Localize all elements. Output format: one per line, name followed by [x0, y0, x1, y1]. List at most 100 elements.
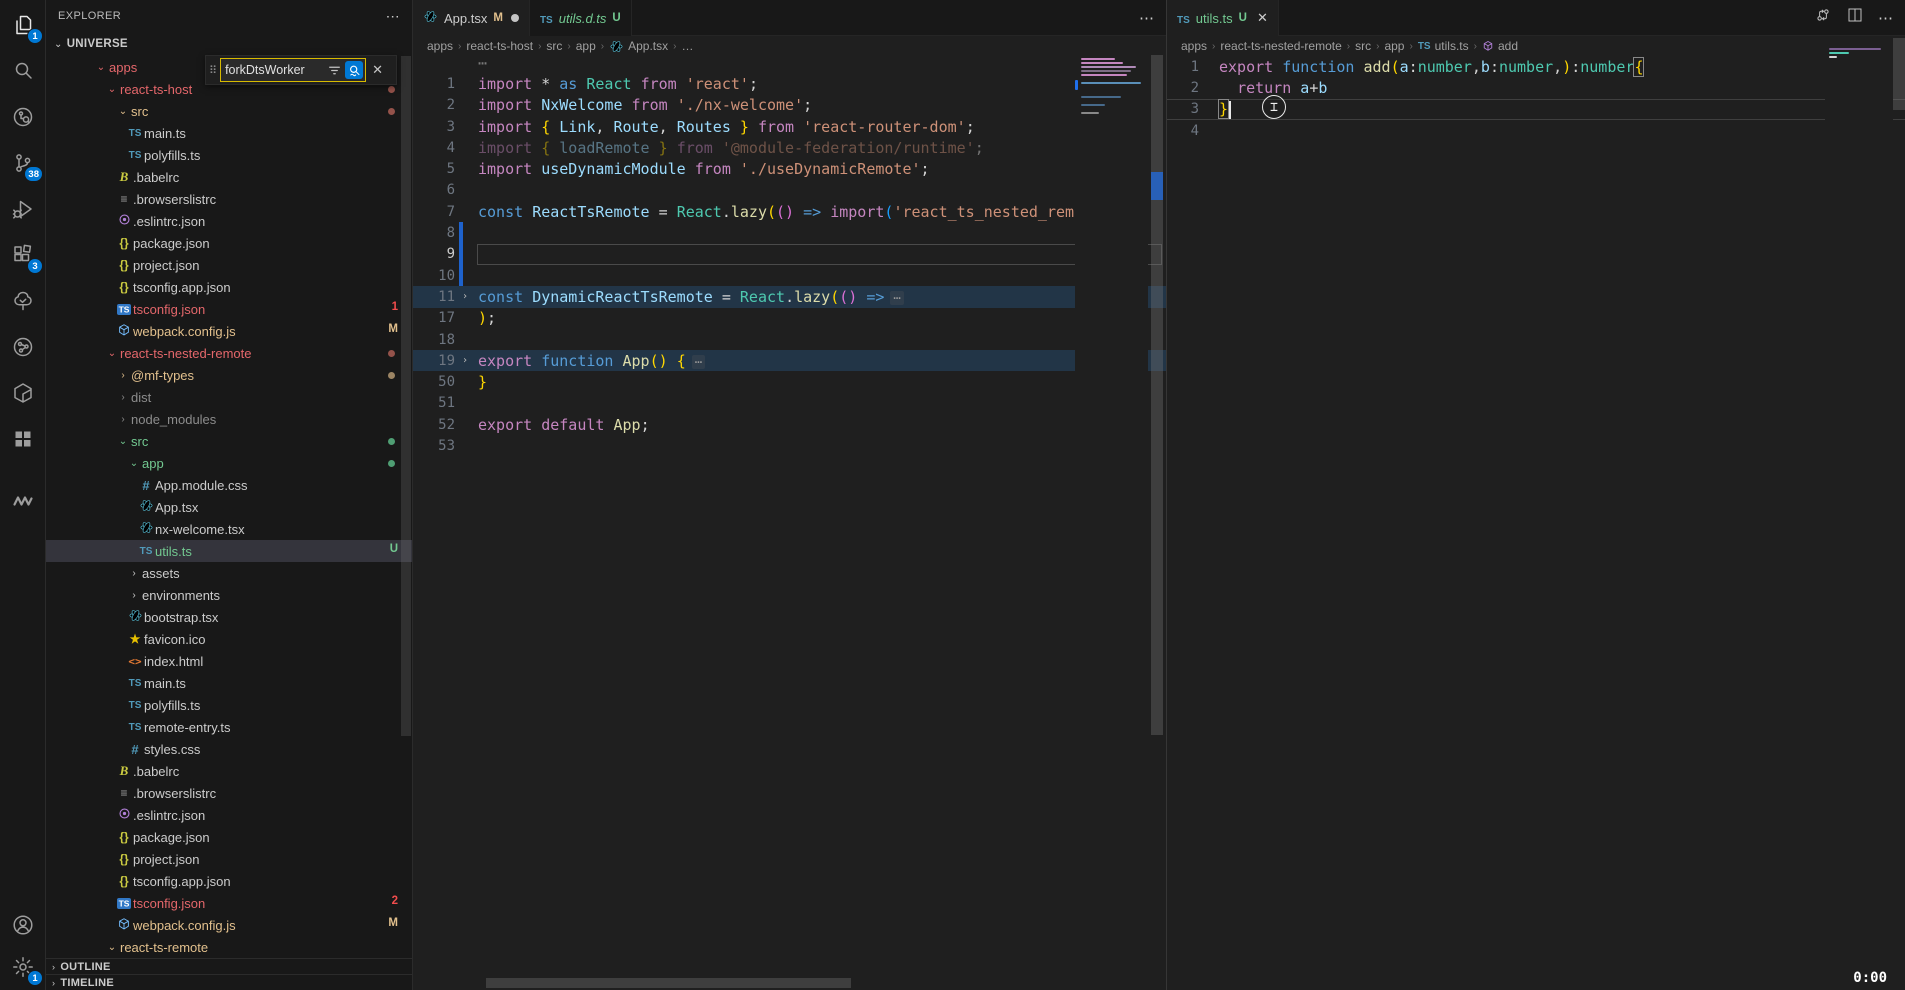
filter-icon[interactable] — [325, 61, 343, 79]
tab-App.tsx[interactable]: App.tsxM — [413, 0, 530, 36]
sidebar-scrollbar[interactable] — [401, 56, 411, 736]
tree-file-main.ts[interactable]: TSmain.ts — [46, 122, 412, 144]
breadcrumb-item-app[interactable]: app — [576, 39, 596, 53]
fold-chevron-icon[interactable]: › — [455, 291, 475, 302]
tree-file-.browserslistrc[interactable]: ≡.browserslistrc — [46, 782, 412, 804]
tree-folder-react-ts-nested-remote[interactable]: ⌄react-ts-nested-remote — [46, 342, 412, 364]
code-line-6[interactable]: 6 — [413, 180, 1166, 201]
code-line-9[interactable]: 9 — [413, 244, 1166, 265]
activitybar-run-debug-icon[interactable] — [0, 186, 46, 232]
breadcrumb-item-react-ts-nested-remote[interactable]: react-ts-nested-remote — [1220, 39, 1341, 53]
tree-file-nx-welcome.tsx[interactable]: nx-welcome.tsx — [46, 518, 412, 540]
tree-file-styles.css[interactable]: #styles.css — [46, 738, 412, 760]
tree-file-tsconfig.app.json[interactable]: {}tsconfig.app.json — [46, 870, 412, 892]
activitybar-explorer-icon[interactable]: 1 — [0, 2, 46, 48]
code-line-50[interactable]: 50} — [413, 371, 1166, 392]
activitybar-remote-graph-icon[interactable] — [0, 94, 46, 140]
tree-folder-dist[interactable]: ›dist — [46, 386, 412, 408]
tree-folder-assets[interactable]: ›assets — [46, 562, 412, 584]
code-line-52[interactable]: 52export default App; — [413, 414, 1166, 435]
code-line-17[interactable]: 17); — [413, 308, 1166, 329]
activitybar-webviews-icon[interactable] — [0, 416, 46, 462]
breadcrumb-item-utils.ts[interactable]: TSutils.ts — [1418, 39, 1469, 53]
horizontal-scrollbar[interactable] — [486, 978, 851, 988]
activitybar-search-icon[interactable] — [0, 48, 46, 94]
dirty-dot-icon[interactable] — [511, 14, 519, 22]
tree-folder-src[interactable]: ⌄src — [46, 100, 412, 122]
workspace-root-row[interactable]: ⌄ UNIVERSE — [46, 32, 412, 56]
tree-file-App.tsx[interactable]: App.tsx — [46, 496, 412, 518]
tree-file-project.json[interactable]: {}project.json — [46, 254, 412, 276]
code-line-3[interactable]: 3import { Link, Route, Routes } from 're… — [413, 116, 1166, 137]
tree-file-index.html[interactable]: <>index.html — [46, 650, 412, 672]
tree-filter-input[interactable] — [221, 63, 325, 77]
tree-file-App.module.css[interactable]: #App.module.css — [46, 474, 412, 496]
tree-folder-src[interactable]: ⌄src — [46, 430, 412, 452]
tree-file-project.json[interactable]: {}project.json — [46, 848, 412, 870]
breadcrumb-item-add[interactable]: add — [1482, 39, 1518, 53]
explorer-more-actions-icon[interactable]: ⋯ — [386, 8, 400, 25]
breadcrumb-item-…[interactable]: … — [682, 39, 694, 53]
tree-folder-app[interactable]: ⌄app — [46, 452, 412, 474]
breadcrumb-item-app[interactable]: app — [1384, 39, 1404, 53]
activitybar-settings-icon[interactable]: 1 — [0, 944, 46, 990]
tree-file-utils.ts[interactable]: TSutils.tsU — [46, 540, 412, 562]
tab-utils.d.ts[interactable]: TSutils.d.tsU — [530, 0, 632, 36]
breadcrumb-item-apps[interactable]: apps — [427, 39, 453, 53]
code-line-1[interactable]: 1import * as React from 'react'; — [413, 73, 1166, 94]
fold-chevron-icon[interactable]: › — [455, 355, 475, 366]
tree-file-remote-entry.ts[interactable]: TSremote-entry.ts — [46, 716, 412, 738]
more-actions-icon[interactable]: ⋯ — [1139, 9, 1154, 27]
tree-file-.babelrc[interactable]: B.babelrc — [46, 166, 412, 188]
breadcrumb-item-src[interactable]: src — [1355, 39, 1371, 53]
tree-file-webpack.config.js[interactable]: webpack.config.jsM — [46, 320, 412, 342]
activitybar-todo-tree-icon[interactable] — [0, 278, 46, 324]
activitybar-nx-console-icon[interactable] — [0, 370, 46, 416]
tree-file-.browserslistrc[interactable]: ≡.browserslistrc — [46, 188, 412, 210]
code-line-18[interactable]: 18 — [413, 329, 1166, 350]
tree-file-.eslintrc.json[interactable]: .eslintrc.json — [46, 804, 412, 826]
code-line-5[interactable]: 5import useDynamicModule from './useDyna… — [413, 158, 1166, 179]
tab-utils.ts[interactable]: TSutils.tsU✕ — [1167, 0, 1279, 36]
breadcrumb-item-src[interactable]: src — [546, 39, 562, 53]
code-line-2[interactable]: 2 return a+b — [1167, 77, 1905, 98]
code-line-4[interactable]: 4 — [1167, 120, 1905, 141]
tree-file-.babelrc[interactable]: B.babelrc — [46, 760, 412, 782]
tree-file-tsconfig.json[interactable]: TStsconfig.json2 — [46, 892, 412, 914]
tree-file-tsconfig.app.json[interactable]: {}tsconfig.app.json — [46, 276, 412, 298]
activitybar-source-control-icon[interactable]: 38 — [0, 140, 46, 186]
tree-file-tsconfig.json[interactable]: TStsconfig.json1 — [46, 298, 412, 320]
code-line-8[interactable]: 8 — [413, 222, 1166, 243]
split-editor-icon[interactable] — [1846, 6, 1864, 29]
code-line-53[interactable]: 53 — [413, 435, 1166, 456]
activitybar-git-graph-icon[interactable] — [0, 324, 46, 370]
activitybar-console-ninja-icon[interactable] — [0, 478, 46, 524]
code-line-7[interactable]: 7const ReactTsRemote = React.lazy(() => … — [413, 201, 1166, 222]
tree-file-package.json[interactable]: {}package.json — [46, 232, 412, 254]
minimap[interactable] — [1075, 52, 1148, 472]
tree-folder-node_modules[interactable]: ›node_modules — [46, 408, 412, 430]
activitybar-extensions-icon[interactable]: 3 — [0, 232, 46, 278]
tree-file-polyfills.ts[interactable]: TSpolyfills.ts — [46, 694, 412, 716]
tree-folder-environments[interactable]: ›environments — [46, 584, 412, 606]
sync-changes-icon[interactable] — [1814, 6, 1832, 29]
tree-file-bootstrap.tsx[interactable]: bootstrap.tsx — [46, 606, 412, 628]
more-actions-icon[interactable]: ⋯ — [1878, 9, 1893, 27]
tree-folder-@mf-types[interactable]: ›@mf-types — [46, 364, 412, 386]
tree-file-main.ts[interactable]: TSmain.ts — [46, 672, 412, 694]
breadcrumb-item-react-ts-host[interactable]: react-ts-host — [466, 39, 533, 53]
code-line-3[interactable]: 3} — [1167, 99, 1905, 120]
tree-file-webpack.config.js[interactable]: webpack.config.jsM — [46, 914, 412, 936]
code-line-1[interactable]: 1export function add(a:number,b:number,)… — [1167, 56, 1905, 77]
vertical-scrollbar[interactable] — [1892, 36, 1905, 990]
tree-file-package.json[interactable]: {}package.json — [46, 826, 412, 848]
code-line-4[interactable]: 4import { loadRemote } from '@module-fed… — [413, 137, 1166, 158]
code-line-51[interactable]: 51 — [413, 393, 1166, 414]
code-line-10[interactable]: 10 — [413, 265, 1166, 286]
tree-file-polyfills.ts[interactable]: TSpolyfills.ts — [46, 144, 412, 166]
fuzzy-search-icon[interactable] — [345, 61, 363, 79]
activitybar-accounts-icon[interactable] — [0, 902, 46, 948]
find-widget-grip[interactable]: ⠿ — [206, 64, 220, 77]
code-line-11[interactable]: 11›const DynamicReactTsRemote = React.la… — [413, 286, 1166, 307]
code-line-fold[interactable]: ⋯ — [413, 52, 1166, 73]
